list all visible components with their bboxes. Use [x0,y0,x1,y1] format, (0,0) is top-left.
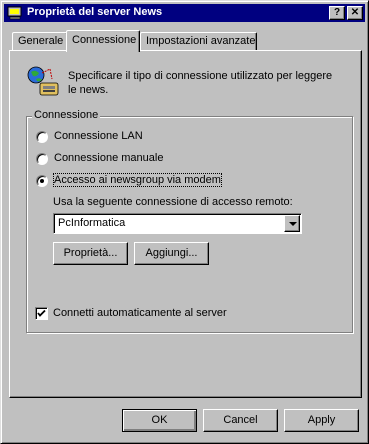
tab-connessione[interactable]: Connessione [66,30,140,52]
tab-panel: Specificare il tipo di connessione utili… [9,50,362,398]
ok-button[interactable]: OK [122,409,197,432]
radio-label-manuale[interactable]: Connessione manuale [54,152,163,164]
radio-selected-dot [40,179,44,183]
dropdown-button[interactable] [284,215,300,232]
tab-generale[interactable]: Generale [12,32,68,51]
connection-group-label: Connessione [32,109,101,121]
radio-label-modem[interactable]: Accesso ai newsgroup via modem [53,173,222,187]
tab-label: Impostazioni avanzate [146,35,256,47]
radio-label-lan[interactable]: Connessione LAN [54,130,143,142]
tab-impostazioni-avanzate[interactable]: Impostazioni avanzate [140,32,257,51]
chevron-down-icon [289,222,297,226]
window-title: Proprietà del server News [27,6,163,18]
cancel-button[interactable]: Cancel [203,409,278,432]
radio-connessione-lan[interactable] [36,131,48,143]
tab-label: Connessione [72,34,137,46]
dialog-window: Proprietà del server News ? ✕ Generale C… [0,0,369,444]
title-bar: Proprietà del server News ? ✕ [4,4,365,22]
add-button[interactable]: Aggiungi... [134,242,209,265]
tab-label: Generale [18,35,64,47]
help-button[interactable]: ? [329,6,345,20]
news-server-icon [7,5,23,21]
close-icon: ✕ [350,7,360,18]
properties-button[interactable]: Proprietà... [53,242,128,265]
dialup-label: Usa la seguente connessione di accesso r… [53,196,293,208]
radio-accesso-modem[interactable] [36,175,48,187]
dialup-selected-value: PcInformatica [58,217,126,229]
network-connection-icon [26,65,60,99]
radio-connessione-manuale[interactable] [36,153,48,165]
dialup-connection-select[interactable]: PcInformatica [53,213,302,234]
description-text: Specificare il tipo di connessione utili… [68,70,333,96]
checkmark-icon [37,309,46,317]
close-button[interactable]: ✕ [347,6,363,20]
apply-button[interactable]: Apply [284,409,359,432]
auto-connect-checkbox[interactable] [35,307,48,320]
auto-connect-label[interactable]: Connetti automaticamente al server [53,307,227,319]
